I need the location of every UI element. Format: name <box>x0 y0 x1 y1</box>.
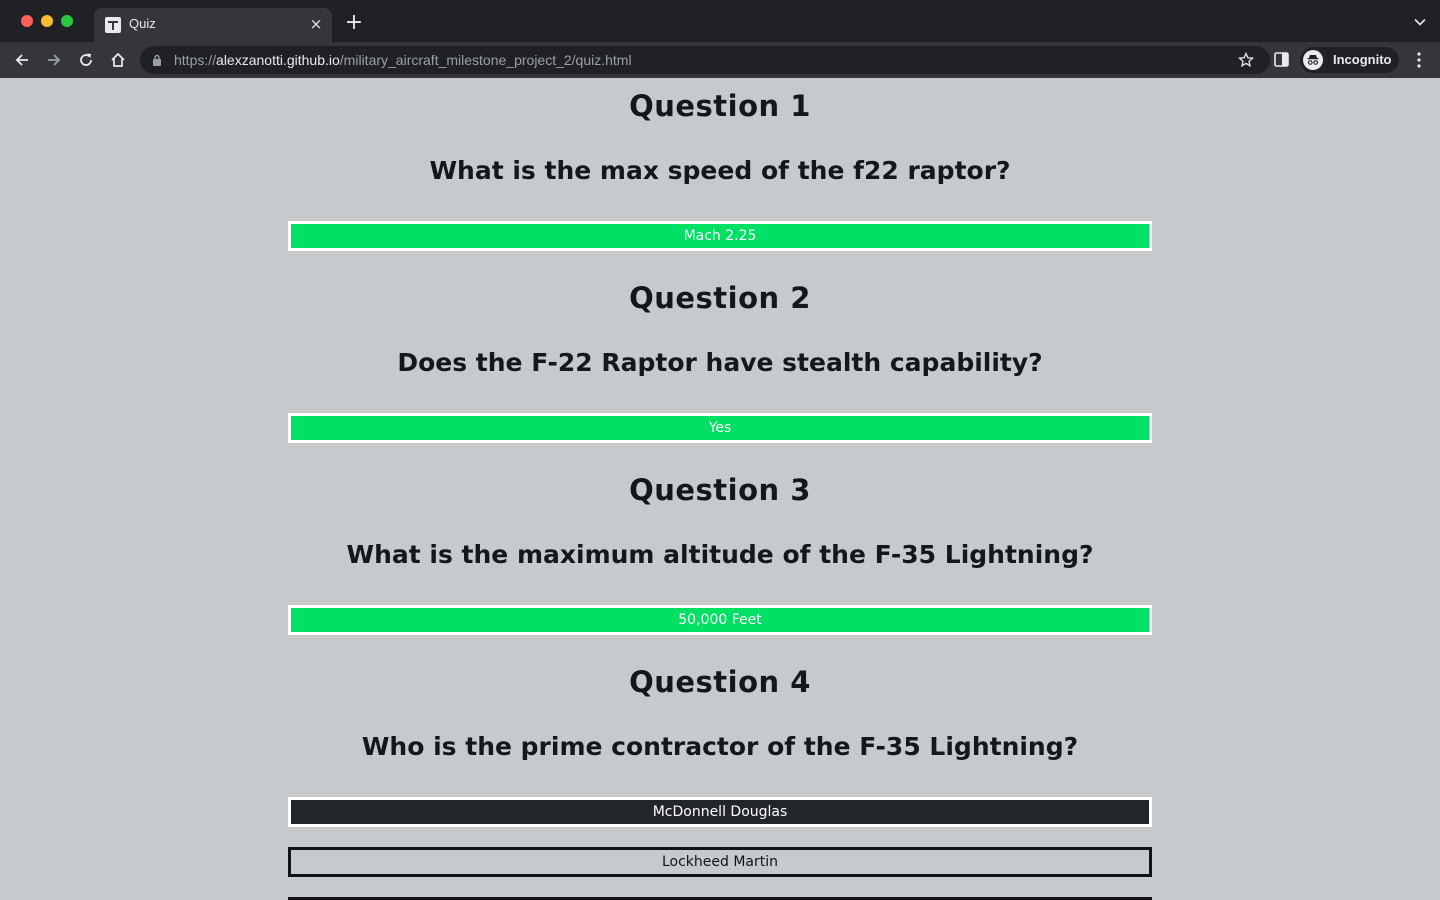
question-heading: Question 4 <box>629 665 811 699</box>
question-heading: Question 3 <box>629 473 811 507</box>
browser-tab-quiz[interactable]: Quiz × <box>94 8 332 42</box>
close-window-button[interactable] <box>21 15 33 27</box>
incognito-profile-button[interactable]: Incognito <box>1300 47 1399 73</box>
side-panel-icon[interactable] <box>1274 52 1289 67</box>
profile-label: Incognito <box>1333 52 1392 67</box>
arrow-right-icon <box>48 54 61 66</box>
answer-button[interactable]: 50,000 Feet <box>288 605 1152 635</box>
browser-titlebar: Quiz × + <box>0 0 1440 42</box>
question-text: What is the max speed of the f22 raptor? <box>429 156 1011 185</box>
back-button[interactable] <box>12 50 32 70</box>
new-tab-button[interactable]: + <box>344 12 364 34</box>
reload-button[interactable] <box>76 50 96 70</box>
minimize-window-button[interactable] <box>41 15 53 27</box>
answer-button[interactable]: Lockheed Martin <box>288 847 1152 877</box>
answer-button[interactable]: Mach 2.25 <box>288 221 1152 251</box>
question-text: Who is the prime contractor of the F-35 … <box>361 732 1079 761</box>
lock-icon[interactable] <box>152 54 162 66</box>
home-button[interactable] <box>108 50 128 70</box>
address-bar[interactable]: https://alexzanotti.github.io/military_a… <box>140 46 1270 74</box>
forward-button[interactable] <box>44 50 64 70</box>
browser-toolbar: https://alexzanotti.github.io/military_a… <box>0 42 1440 78</box>
bookmark-star-icon[interactable] <box>1238 52 1254 68</box>
reload-icon <box>80 53 92 66</box>
question-text: Does the F-22 Raptor have stealth capabi… <box>397 348 1043 377</box>
tab-title: Quiz <box>129 16 156 31</box>
incognito-icon <box>1303 50 1323 70</box>
url-text[interactable]: https://alexzanotti.github.io/military_a… <box>174 52 632 68</box>
answer-button[interactable]: Yes <box>288 413 1152 443</box>
site-favicon-icon <box>105 17 121 33</box>
kebab-menu-icon[interactable] <box>1412 51 1426 69</box>
question-heading: Question 1 <box>629 89 811 123</box>
question-heading: Question 2 <box>629 281 811 315</box>
tab-search-chevron-icon[interactable] <box>1414 16 1426 28</box>
maximize-window-button[interactable] <box>61 15 73 27</box>
home-icon <box>111 52 125 67</box>
close-tab-icon[interactable]: × <box>308 16 324 32</box>
question-text: What is the maximum altitude of the F-35… <box>346 540 1094 569</box>
arrow-left-icon <box>15 54 28 66</box>
page-viewport: Question 1 What is the max speed of the … <box>0 78 1440 900</box>
answer-button[interactable]: McDonnell Douglas <box>288 797 1152 827</box>
